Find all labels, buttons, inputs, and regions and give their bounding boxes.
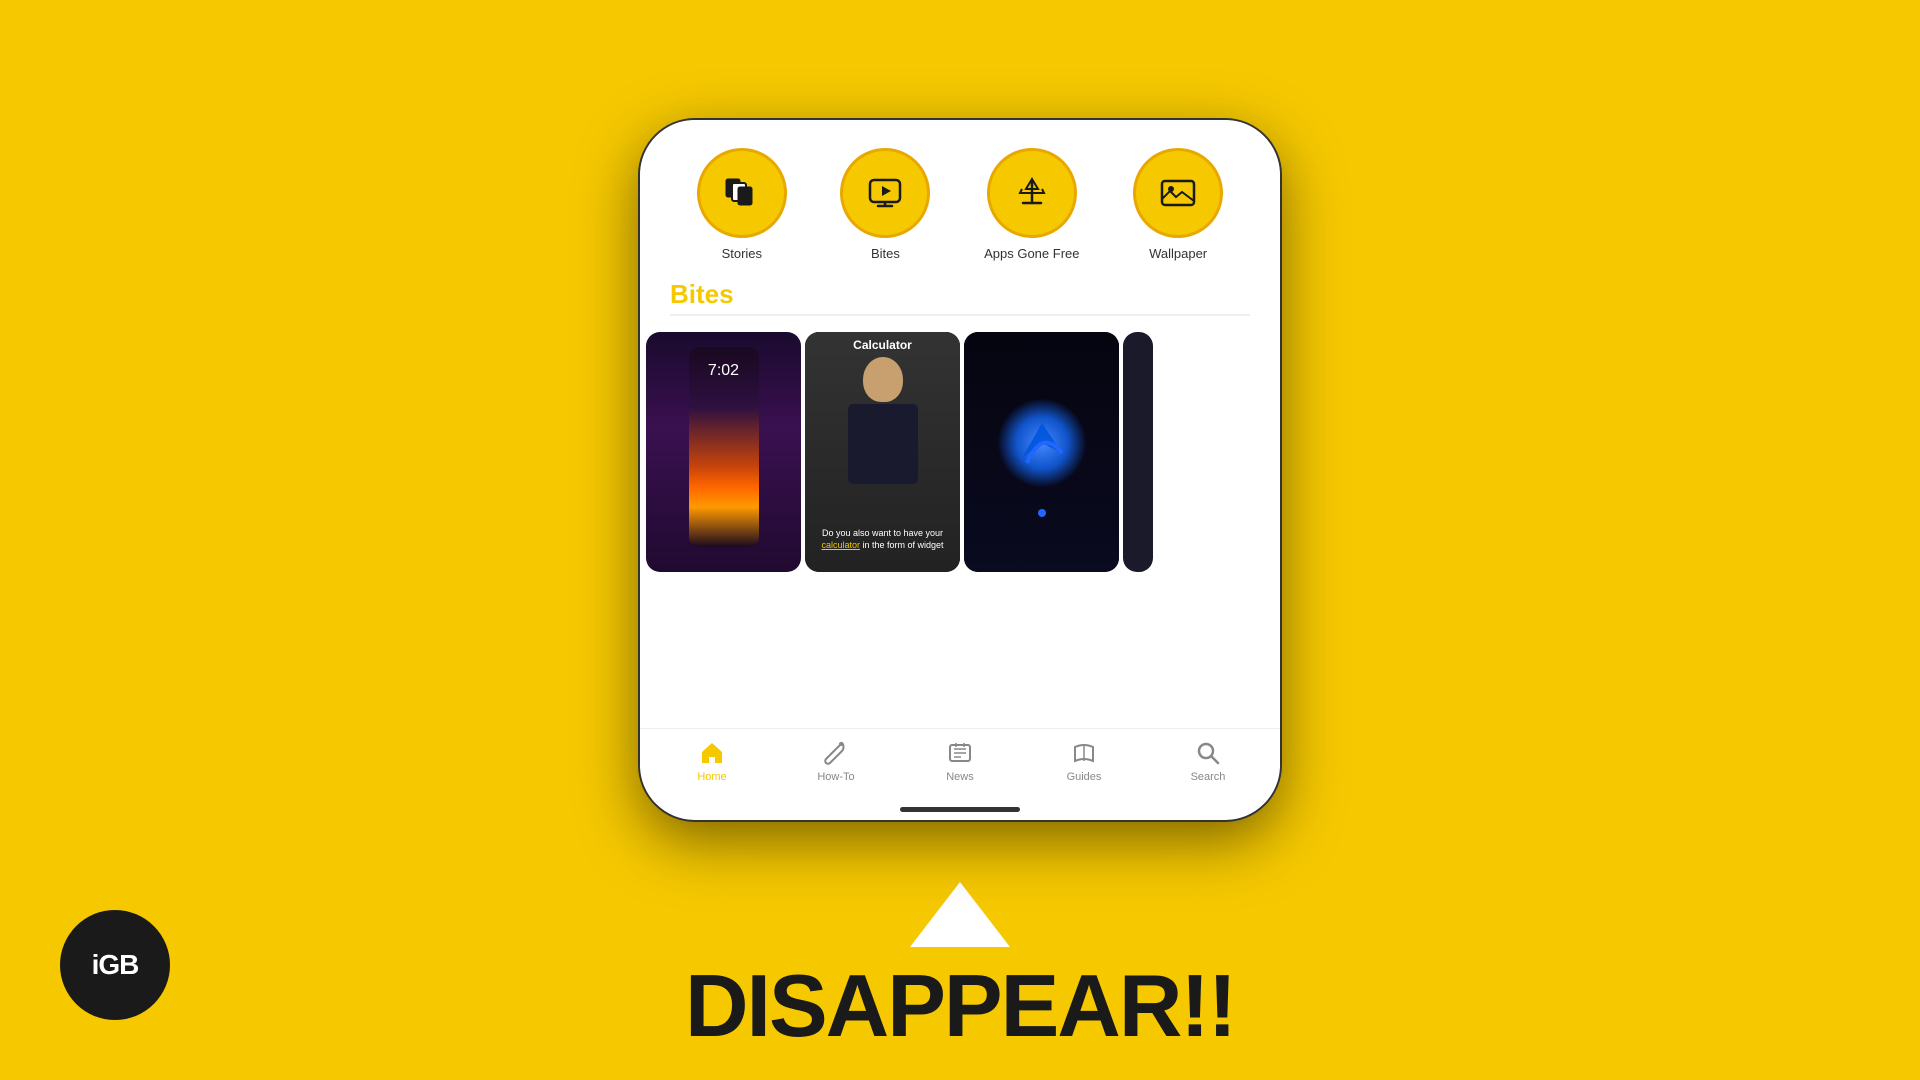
card-4-content (1123, 332, 1153, 572)
card-2[interactable]: Calculator Do you also want to have your… (805, 332, 960, 572)
card-1[interactable]: 7:02 (646, 332, 801, 572)
wrench-icon (822, 739, 850, 767)
nav-item-news[interactable]: News (930, 739, 990, 783)
card-2-subtitle: Do you also want to have your calculator… (811, 527, 954, 552)
card-1-time: 7:02 (689, 347, 759, 380)
icon-item-stories[interactable]: Stories (697, 148, 787, 261)
bites-icon-circle (840, 148, 930, 238)
card-3[interactable] (964, 332, 1119, 572)
icon-item-bites[interactable]: Bites (840, 148, 930, 261)
wallpaper-label: Wallpaper (1149, 246, 1207, 261)
apps-gone-free-icon (1010, 171, 1054, 215)
bottom-nav: Home How-To (640, 728, 1280, 803)
how-to-nav-icon (822, 739, 850, 767)
guides-nav-icon (1070, 739, 1098, 767)
guides-nav-label: Guides (1067, 771, 1102, 783)
stories-icon-circle (697, 148, 787, 238)
bites-icon (863, 171, 907, 215)
card-2-head (863, 357, 903, 402)
card-3-dot (1038, 509, 1046, 517)
stories-label: Stories (722, 246, 762, 261)
section-title: Bites (670, 279, 734, 309)
icons-row: Stories Bites (640, 120, 1280, 271)
guides-icon (1070, 739, 1098, 767)
cards-row: 7:02 Calculator (640, 324, 1280, 728)
apps-gone-free-icon-circle (987, 148, 1077, 238)
how-to-nav-label: How-To (817, 771, 854, 783)
card-3-icon (997, 398, 1087, 488)
phone-screen: Stories Bites (640, 120, 1280, 820)
card-3-glow (997, 398, 1087, 488)
section-heading: Bites (640, 271, 1280, 324)
home-nav-icon (698, 739, 726, 767)
nav-item-guides[interactable]: Guides (1054, 739, 1114, 783)
apps-gone-free-label: Apps Gone Free (984, 246, 1079, 261)
igb-logo-text: iGB (92, 949, 139, 981)
phone-wrapper: Stories Bites (640, 120, 1280, 880)
igb-logo: iGB (60, 910, 170, 1020)
wallpaper-icon-circle (1133, 148, 1223, 238)
stories-icon (720, 171, 764, 215)
section-divider (670, 314, 1250, 316)
search-icon (1194, 739, 1222, 767)
news-icon (946, 739, 974, 767)
bottom-area: DISAPPEAR!! (685, 872, 1235, 1050)
bites-label: Bites (871, 246, 900, 261)
news-nav-label: News (946, 771, 974, 783)
card-4 (1123, 332, 1153, 572)
card-3-watch-glow (997, 398, 1087, 488)
card-1-content: 7:02 (646, 332, 801, 572)
search-nav-label: Search (1191, 771, 1226, 783)
home-icon (698, 739, 726, 767)
phone-device: Stories Bites (640, 120, 1280, 820)
search-nav-icon (1194, 739, 1222, 767)
home-nav-label: Home (697, 771, 726, 783)
home-indicator (900, 807, 1020, 812)
nav-item-how-to[interactable]: How-To (806, 739, 866, 783)
card-2-title: Calculator (853, 338, 912, 352)
chevron-up-icon (900, 872, 1020, 952)
nav-item-home[interactable]: Home (682, 739, 742, 783)
card-3-content (964, 332, 1119, 572)
chevron-area (900, 872, 1020, 957)
wallpaper-icon (1156, 171, 1200, 215)
card-2-body (848, 404, 918, 484)
icon-item-wallpaper[interactable]: Wallpaper (1133, 148, 1223, 261)
nav-item-search[interactable]: Search (1178, 739, 1238, 783)
disappear-text: DISAPPEAR!! (685, 962, 1235, 1050)
news-nav-icon (946, 739, 974, 767)
card-2-content: Calculator Do you also want to have your… (805, 332, 960, 572)
card-1-phone-bg: 7:02 (689, 347, 759, 547)
icon-item-apps-gone-free[interactable]: Apps Gone Free (984, 148, 1079, 261)
